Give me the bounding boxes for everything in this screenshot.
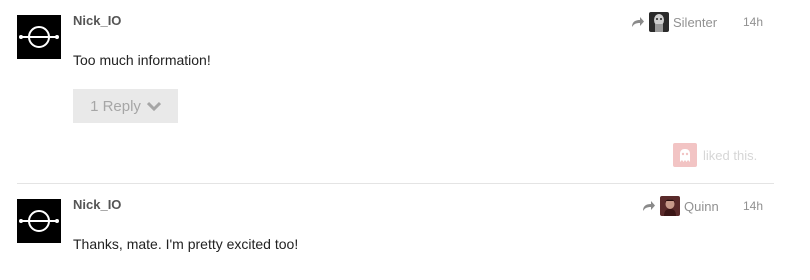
replies-label: 1 Reply [90, 97, 141, 115]
user-avatar[interactable] [17, 199, 61, 243]
liker-avatar[interactable] [673, 143, 697, 167]
post-username[interactable]: Nick_IO [73, 13, 121, 28]
likes-text: liked this. [703, 147, 758, 163]
post-body: Thanks, mate. I'm pretty excited too! [73, 236, 299, 252]
reply-to-username: Silenter [673, 14, 718, 30]
reply-to-link[interactable]: Quinn [642, 196, 719, 216]
reply-arrow-icon [632, 17, 644, 27]
topic-thread: Nick_IO Silenter 14h Too much informatio… [0, 0, 810, 280]
post: Nick_IO Silenter 14h Too much informatio… [0, 0, 810, 184]
likes-summary: liked this. [673, 143, 757, 167]
user-avatar-icon [17, 199, 61, 243]
reply-to-username: Quinn [684, 198, 719, 214]
reply-user-avatar [649, 12, 669, 32]
post-body: Too much information! [73, 52, 211, 68]
ghost-icon [680, 149, 690, 162]
show-replies-button[interactable]: 1 Reply [73, 89, 178, 123]
reply-arrow-icon [643, 201, 655, 211]
user-avatar-icon [17, 15, 61, 59]
chevron-down-icon [146, 101, 161, 111]
reply-to-link[interactable]: Silenter [631, 12, 717, 32]
user-avatar[interactable] [17, 15, 61, 59]
reply-user-avatar [660, 196, 680, 216]
post-username[interactable]: Nick_IO [73, 197, 121, 212]
post-timestamp[interactable]: 14h [743, 199, 763, 213]
post-timestamp[interactable]: 14h [743, 15, 763, 29]
post: Nick_IO Quinn 14h Thanks, mate. I'm pret… [0, 184, 810, 280]
